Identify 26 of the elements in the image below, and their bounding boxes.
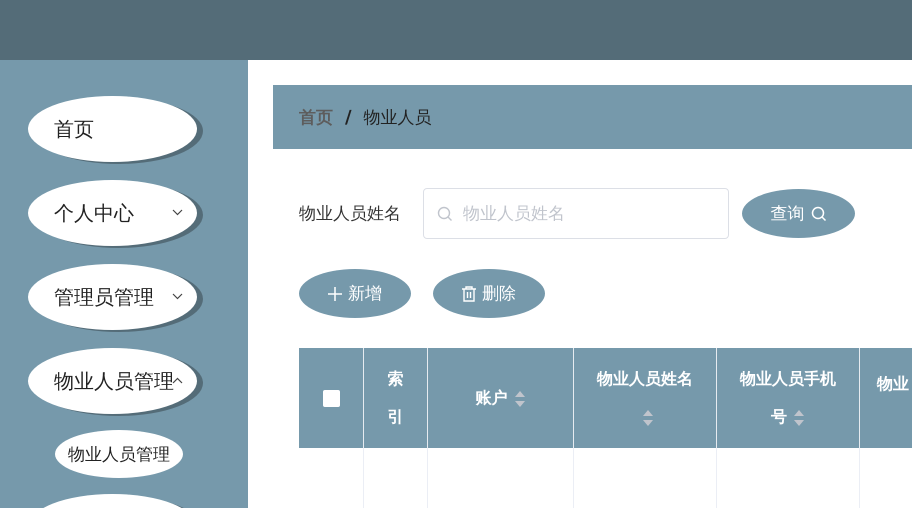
query-button[interactable]: 查询 bbox=[742, 189, 855, 238]
menu-item[interactable]: 管理员管理 bbox=[28, 264, 197, 330]
menu-item[interactable]: 物业人员管理 bbox=[28, 348, 197, 414]
menu-item[interactable]: 个人中心 bbox=[28, 180, 197, 246]
table-header-cell: 物业 bbox=[860, 348, 912, 448]
table-header-cell[interactable]: 物业人员手机号 bbox=[717, 348, 860, 448]
table-header-cell[interactable]: 账户 bbox=[428, 348, 574, 448]
menu-item[interactable]: 首页 bbox=[28, 96, 197, 162]
add-button[interactable]: 新增 bbox=[299, 269, 411, 318]
table-header-cell: 索引 bbox=[364, 348, 428, 448]
search-icon bbox=[810, 206, 826, 222]
search-field[interactable]: 物业人员姓名 bbox=[423, 188, 729, 239]
breadcrumb-item[interactable]: 首页 bbox=[299, 106, 333, 128]
plus-icon bbox=[328, 286, 342, 300]
table-header-cell[interactable]: 物业人员姓名 bbox=[574, 348, 717, 448]
breadcrumb-item: 物业人员 bbox=[364, 106, 432, 128]
checkbox[interactable] bbox=[322, 390, 340, 406]
trash-icon bbox=[462, 286, 476, 302]
search-icon bbox=[437, 206, 453, 222]
breadcrumb-separator: / bbox=[345, 106, 352, 128]
search-label: 物业人员姓名 bbox=[299, 203, 402, 225]
submenu-item[interactable]: 物业人员管理 bbox=[55, 430, 183, 478]
sort-icon[interactable] bbox=[793, 408, 805, 427]
delete-button[interactable]: 删除 bbox=[433, 269, 545, 318]
sort-icon[interactable] bbox=[642, 408, 654, 427]
sort-icon[interactable] bbox=[514, 390, 526, 408]
